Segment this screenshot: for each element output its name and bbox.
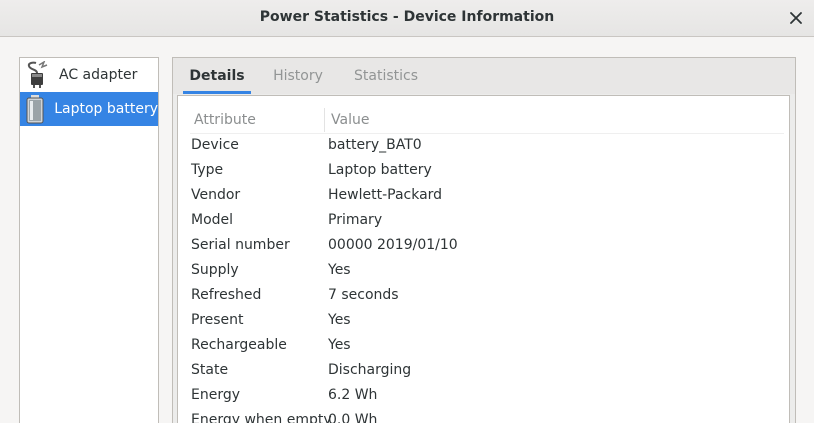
attribute-cell: Vendor xyxy=(191,187,241,203)
table-row[interactable]: Supply Yes xyxy=(178,259,789,284)
device-item-ac-adapter[interactable]: AC adapter xyxy=(20,58,158,92)
attribute-cell: Model xyxy=(191,212,234,228)
table-header: Attribute Value xyxy=(178,96,789,132)
device-item-laptop-battery[interactable]: Laptop battery xyxy=(20,92,158,126)
column-separator xyxy=(324,108,325,132)
value-cell: 7 seconds xyxy=(328,287,399,303)
table-row[interactable]: Type Laptop battery xyxy=(178,159,789,184)
tab-statistics[interactable]: Statistics xyxy=(345,58,427,94)
tab-details[interactable]: Details xyxy=(183,58,251,94)
attribute-cell: Serial number xyxy=(191,237,290,253)
table-row[interactable]: Model Primary xyxy=(178,209,789,234)
table-row[interactable]: Device battery_BAT0 xyxy=(178,134,789,159)
device-label: AC adapter xyxy=(59,67,138,83)
table-row[interactable]: Rechargeable Yes xyxy=(178,334,789,359)
value-cell: battery_BAT0 xyxy=(328,137,422,153)
value-cell: Yes xyxy=(328,312,351,328)
value-cell: Laptop battery xyxy=(328,162,432,178)
value-cell: 6.2 Wh xyxy=(328,387,378,403)
details-notebook: Details History Statistics Attribute Val… xyxy=(172,57,796,423)
tab-bar: Details History Statistics xyxy=(173,58,795,94)
column-header-value[interactable]: Value xyxy=(331,112,369,128)
attribute-cell: Type xyxy=(191,162,224,178)
device-label: Laptop battery xyxy=(54,101,158,117)
device-list: AC adapter Laptop battery xyxy=(19,57,159,423)
title-bar[interactable]: Power Statistics - Device Information xyxy=(0,0,814,37)
table-row[interactable]: Refreshed 7 seconds xyxy=(178,284,789,309)
value-cell: Yes xyxy=(328,337,351,353)
value-cell: 00000 2019/01/10 xyxy=(328,237,458,253)
attribute-cell: Energy xyxy=(191,387,241,403)
value-cell: Hewlett-Packard xyxy=(328,187,443,203)
window-title: Power Statistics - Device Information xyxy=(259,9,555,25)
close-icon xyxy=(790,12,802,24)
value-cell: 0.0 Wh xyxy=(328,412,378,423)
attribute-cell: State xyxy=(191,362,229,378)
attribute-cell: Energy when empty xyxy=(191,412,332,423)
value-cell: Primary xyxy=(328,212,383,228)
table-row[interactable]: Vendor Hewlett-Packard xyxy=(178,184,789,209)
attribute-cell: Rechargeable xyxy=(191,337,287,353)
table-row[interactable]: Serial number 00000 2019/01/10 xyxy=(178,234,789,259)
tab-history[interactable]: History xyxy=(264,58,332,94)
value-cell: Yes xyxy=(328,262,351,278)
table-row[interactable]: State Discharging xyxy=(178,359,789,384)
attribute-cell: Device xyxy=(191,137,239,153)
table-row[interactable]: Present Yes xyxy=(178,309,789,334)
attribute-cell: Supply xyxy=(191,262,239,278)
column-header-attribute[interactable]: Attribute xyxy=(194,112,256,128)
ac-adapter-icon xyxy=(23,61,51,89)
table-row[interactable]: Energy 6.2 Wh xyxy=(178,384,789,409)
close-button[interactable] xyxy=(784,6,808,30)
table-row[interactable]: Energy when empty 0.0 Wh xyxy=(178,409,789,423)
details-page: Attribute Value Device battery_BAT0 Type… xyxy=(177,95,790,423)
attribute-cell: Refreshed xyxy=(191,287,262,303)
battery-icon xyxy=(23,95,46,124)
power-statistics-window: Power Statistics - Device Information AC… xyxy=(0,0,814,423)
attribute-cell: Present xyxy=(191,312,244,328)
value-cell: Discharging xyxy=(328,362,412,378)
